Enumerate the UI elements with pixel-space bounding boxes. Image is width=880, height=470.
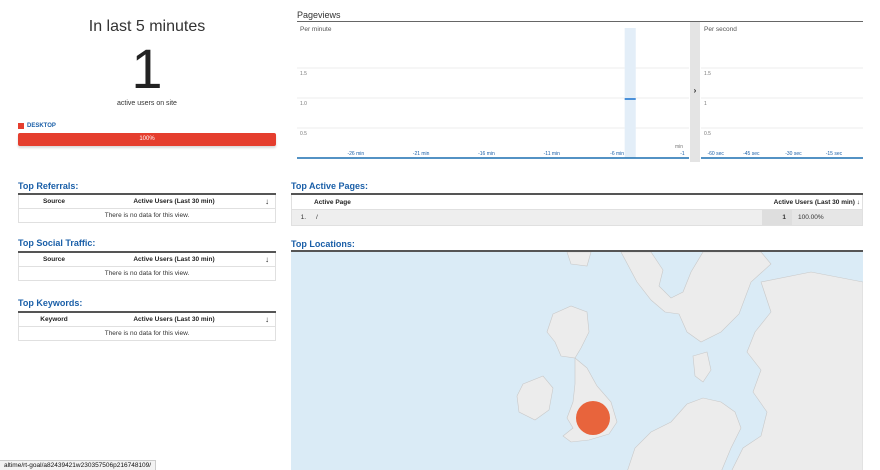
continent-shape — [627, 397, 742, 470]
location-marker[interactable] — [576, 401, 610, 435]
locations-map[interactable] — [291, 250, 863, 470]
top-keywords-title: Top Keywords: — [18, 298, 83, 308]
pageview-bar[interactable] — [624, 98, 636, 100]
x-tick-label: -60 sec — [707, 151, 724, 157]
per-second-label: Per second — [704, 26, 737, 33]
y-tick-label: 1.5 — [300, 71, 307, 77]
y-tick-label: 1.5 — [704, 71, 711, 77]
top-referrals-table: Source Active Users (Last 30 min) ↓ Ther… — [18, 193, 276, 223]
users-column-header[interactable]: Active Users (Last 30 min) ↓ — [774, 199, 862, 206]
table-header: Active Page Active Users (Last 30 min) ↓ — [291, 195, 863, 210]
chevron-right-icon[interactable]: › — [694, 86, 697, 95]
row-active-users: 1 — [762, 210, 792, 225]
page-path[interactable]: / — [306, 214, 762, 221]
pageviews-chart: Per minute 1.5 1.0 0.5 -26 min -21 min -16 m… — [297, 22, 863, 162]
top-active-pages-table: Active Page Active Users (Last 30 min) ↓… — [291, 193, 863, 226]
source-column-header[interactable]: Source — [19, 256, 89, 263]
per-minute-label: Per minute — [300, 26, 332, 33]
per-second-grid: 1.5 1 0.5 — [701, 67, 863, 137]
x-tick-label: -16 min — [478, 151, 495, 157]
northern-isles-shape — [566, 252, 592, 267]
device-legend: DESKTOP — [18, 123, 276, 129]
active-users-subtitle: active users on site — [117, 100, 177, 107]
y-tick-label: 0.5 — [704, 131, 711, 137]
device-label: DESKTOP — [27, 123, 56, 129]
table-row[interactable]: 1. / 1 100.00% — [291, 210, 863, 226]
per-minute-bars — [624, 28, 636, 158]
top-locations-title: Top Locations: — [291, 239, 355, 249]
y-tick-label: 0.5 — [300, 131, 307, 137]
arrow-down-icon[interactable]: ↓ — [259, 315, 275, 324]
bar-hover-column — [624, 28, 636, 158]
active-users-title: In last 5 minutes — [88, 18, 206, 35]
ireland-shape — [516, 375, 554, 421]
active-page-column-header[interactable]: Active Page — [306, 199, 774, 206]
top-social-title: Top Social Traffic: — [18, 238, 96, 248]
source-column-header[interactable]: Source — [19, 198, 89, 205]
keyword-column-header[interactable]: Keyword — [19, 316, 89, 323]
device-percent: 100% — [139, 136, 155, 142]
empty-message: There is no data for this view. — [18, 267, 276, 281]
top-keywords-table: Keyword Active Users (Last 30 min) ↓ The… — [18, 311, 276, 341]
y-tick-label: 1 — [704, 101, 707, 107]
users-column-header[interactable]: Active Users (Last 30 min) — [89, 256, 259, 263]
x-tick-label: -15 sec — [826, 151, 843, 157]
map-svg — [516, 252, 863, 470]
row-number: 1. — [300, 214, 306, 221]
top-referrals-title: Top Referrals: — [18, 181, 79, 191]
empty-message: There is no data for this view. — [18, 327, 276, 341]
arrow-down-icon[interactable]: ↓ — [259, 197, 275, 206]
x-tick-label: -21 min — [413, 151, 430, 157]
scotland-shape — [546, 305, 590, 359]
y-tick-label: 1.0 — [300, 101, 307, 107]
denmark-shape — [692, 351, 712, 383]
table-header: Keyword Active Users (Last 30 min) ↓ — [18, 313, 276, 327]
row-percentage: 100.00% — [792, 210, 862, 225]
x-tick-label: -45 sec — [743, 151, 760, 157]
eastern-europe-shape — [731, 271, 863, 470]
table-header: Source Active Users (Last 30 min) ↓ — [18, 195, 276, 209]
x-tick-label: -11 min — [544, 151, 561, 157]
map-land — [516, 252, 863, 470]
device-swatch — [18, 123, 24, 129]
per-second-xticks: -60 sec -45 sec -30 sec -15 sec — [707, 151, 842, 157]
scandinavia-shape — [620, 252, 772, 343]
x-tick-label: -26 min — [347, 151, 364, 157]
arrow-down-icon[interactable]: ↓ — [259, 255, 275, 264]
x-tick-label: -1 — [680, 151, 685, 157]
minute-axis-unit: min — [675, 144, 683, 150]
x-tick-label: -30 sec — [785, 151, 802, 157]
device-share-bar[interactable]: 100% — [18, 133, 276, 146]
status-bar-url: altime/rt-goal/a82439421w230357506p21674… — [0, 460, 157, 470]
x-tick-label: -6 min — [610, 151, 624, 157]
active-users-count: 1 — [131, 37, 163, 100]
table-header: Source Active Users (Last 30 min) ↓ — [18, 253, 276, 267]
users-column-header[interactable]: Active Users (Last 30 min) — [89, 316, 259, 323]
top-active-pages-title: Top Active Pages: — [291, 181, 369, 191]
active-users-panel: In last 5 minutes 1 active users on site… — [18, 8, 276, 146]
users-column-header[interactable]: Active Users (Last 30 min) — [89, 198, 259, 205]
top-social-table: Source Active Users (Last 30 min) ↓ Ther… — [18, 251, 276, 281]
empty-message: There is no data for this view. — [18, 209, 276, 223]
pageviews-title: Pageviews — [297, 10, 341, 20]
